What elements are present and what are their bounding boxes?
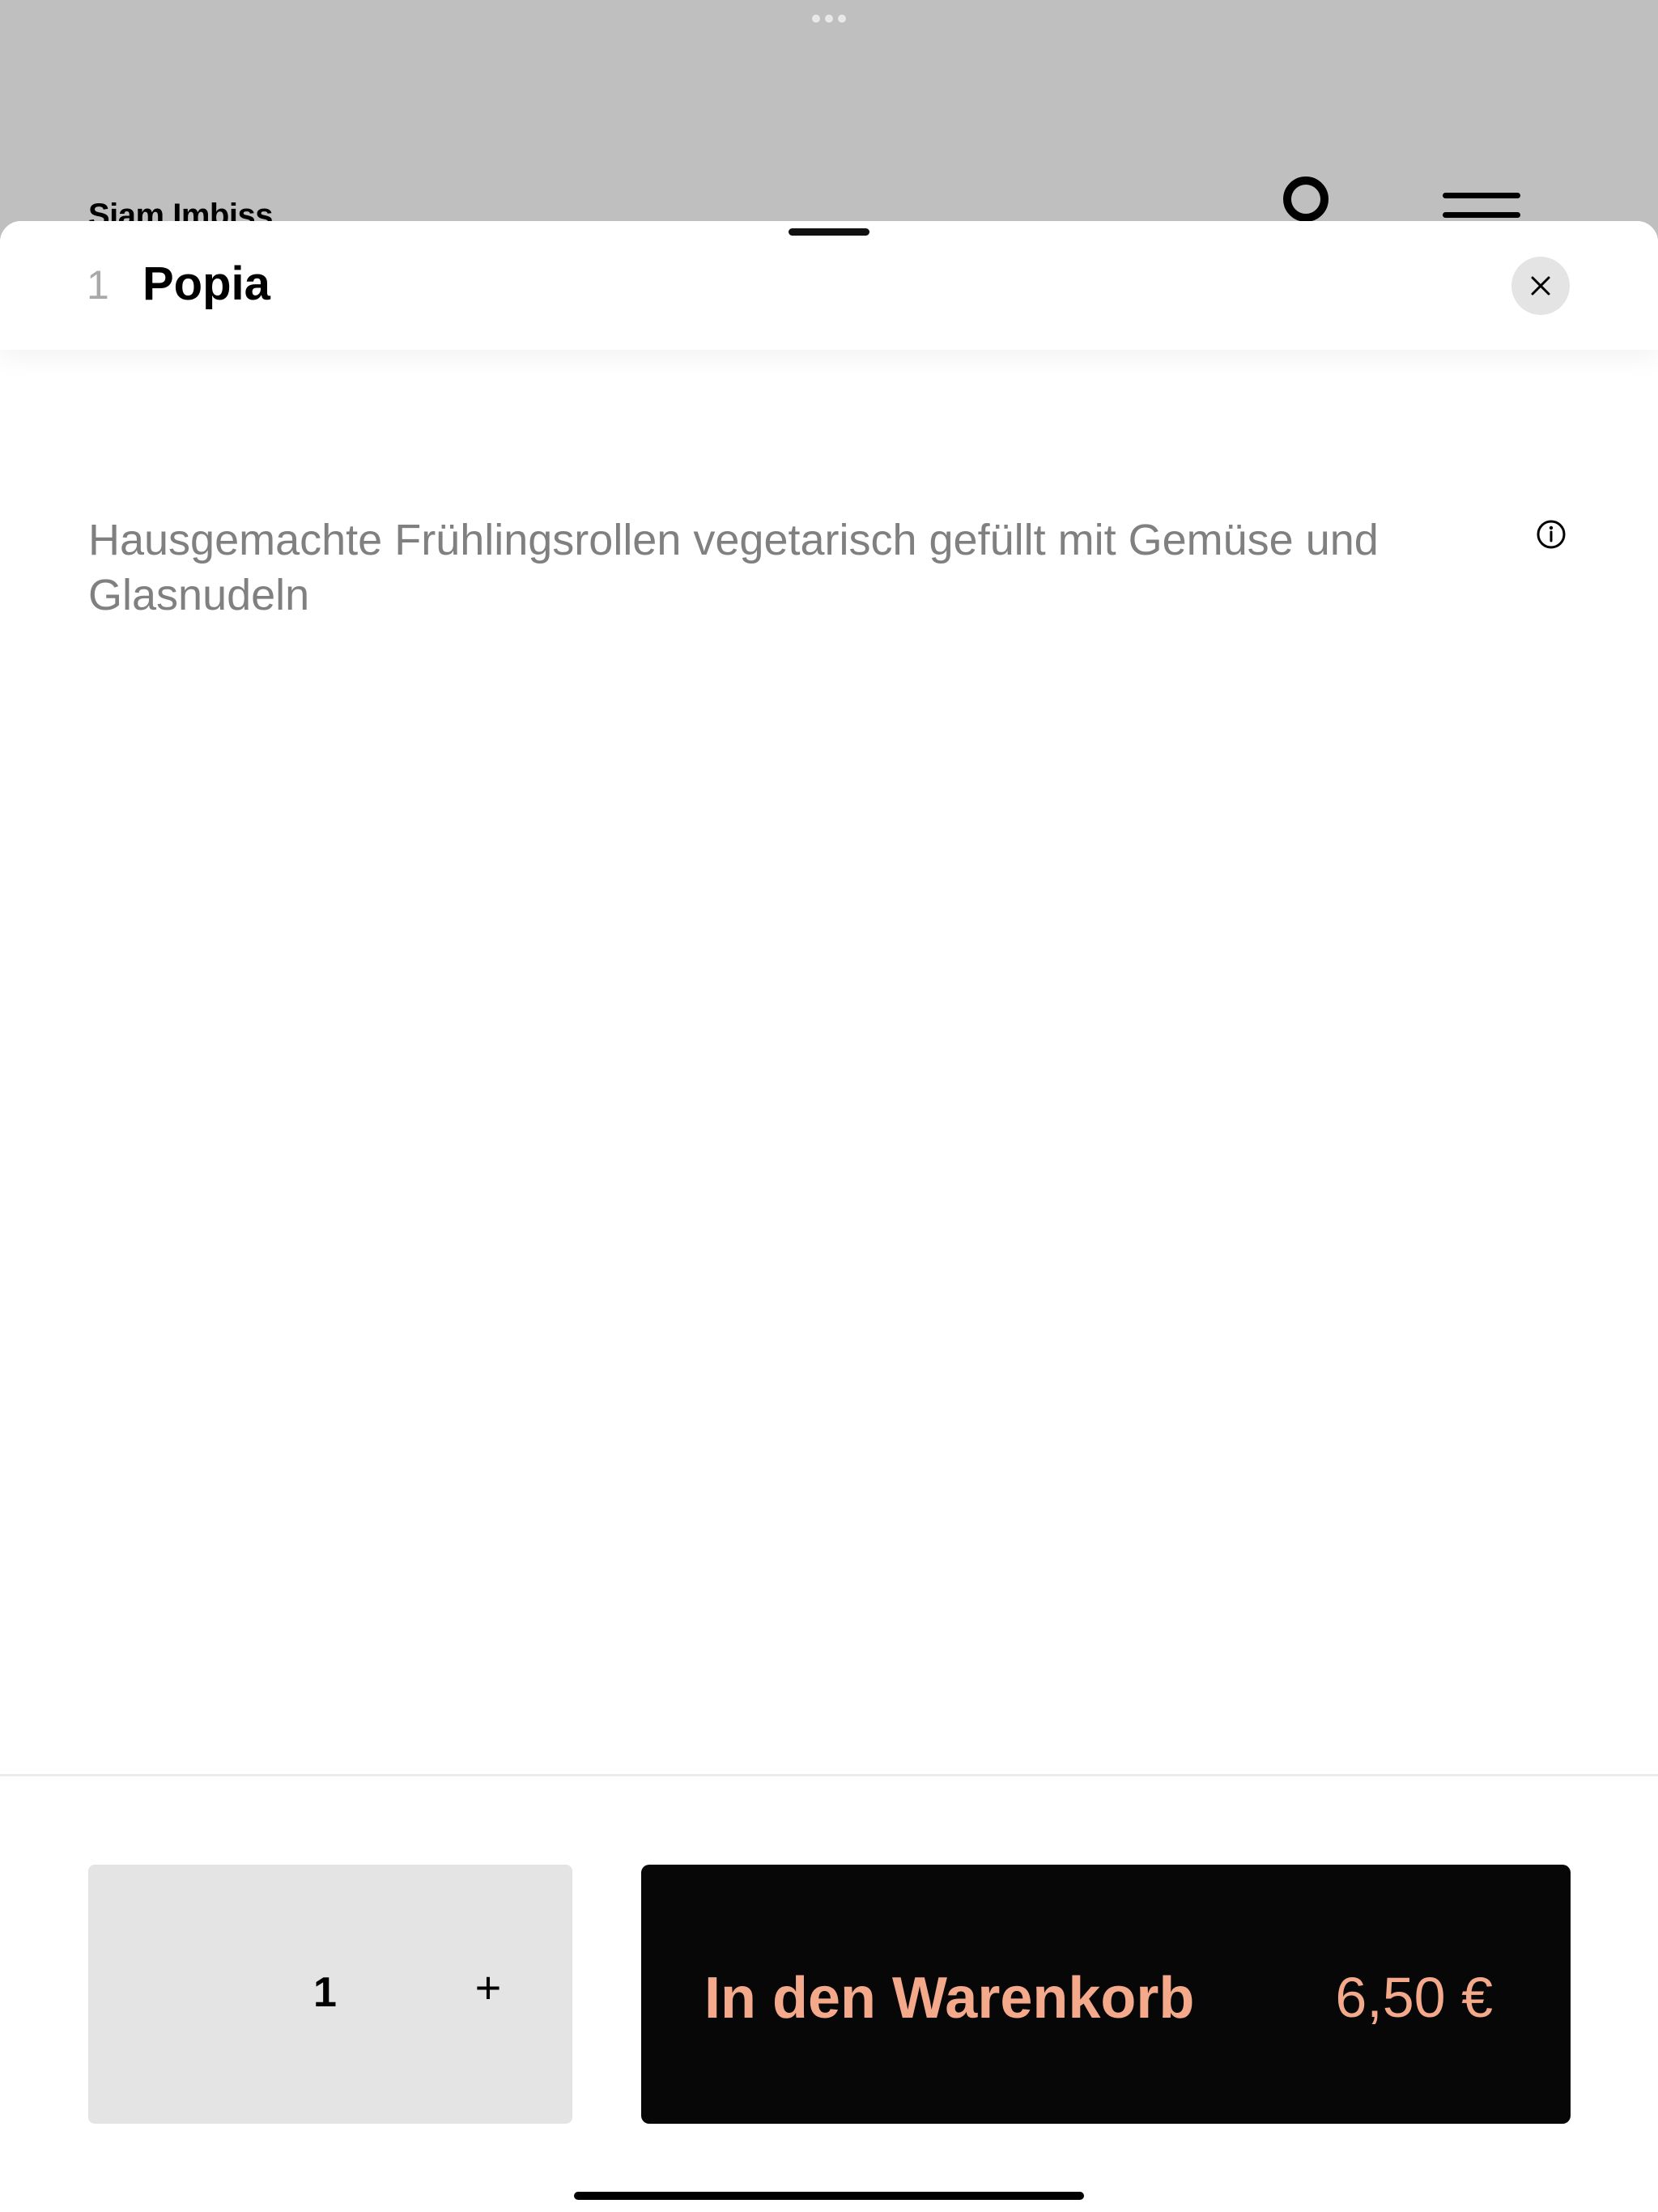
multitasking-dots-icon[interactable]	[812, 15, 846, 23]
sheet-grabber[interactable]	[789, 228, 869, 236]
info-icon[interactable]	[1536, 519, 1567, 550]
item-title: Popia	[142, 257, 270, 310]
home-indicator[interactable]	[574, 2192, 1084, 2200]
close-icon	[1531, 276, 1550, 296]
add-to-cart-button[interactable]: In den Warenkorb 6,50 €	[641, 1865, 1571, 2124]
close-button[interactable]	[1511, 257, 1570, 315]
screen: Siam Imbiss 1 Popia Hausgemachte Frühlin…	[0, 0, 1658, 2212]
increment-button[interactable]: +	[462, 1962, 514, 2014]
quantity-stepper: 1 +	[88, 1865, 572, 2124]
person-icon[interactable]	[1283, 177, 1329, 222]
quantity-value: 1	[313, 1969, 337, 2016]
item-price: 6,50 €	[1335, 1966, 1493, 2029]
item-detail-sheet: 1 Popia Hausgemachte Frühlingsrollen veg…	[0, 221, 1658, 2212]
item-number: 1	[87, 262, 109, 308]
add-to-cart-label: In den Warenkorb	[704, 1966, 1195, 2031]
sheet-header: 1 Popia	[0, 221, 1658, 350]
item-description: Hausgemachte Frühlingsrollen vegetarisch…	[88, 516, 1379, 619]
footer-divider	[0, 1774, 1658, 1776]
